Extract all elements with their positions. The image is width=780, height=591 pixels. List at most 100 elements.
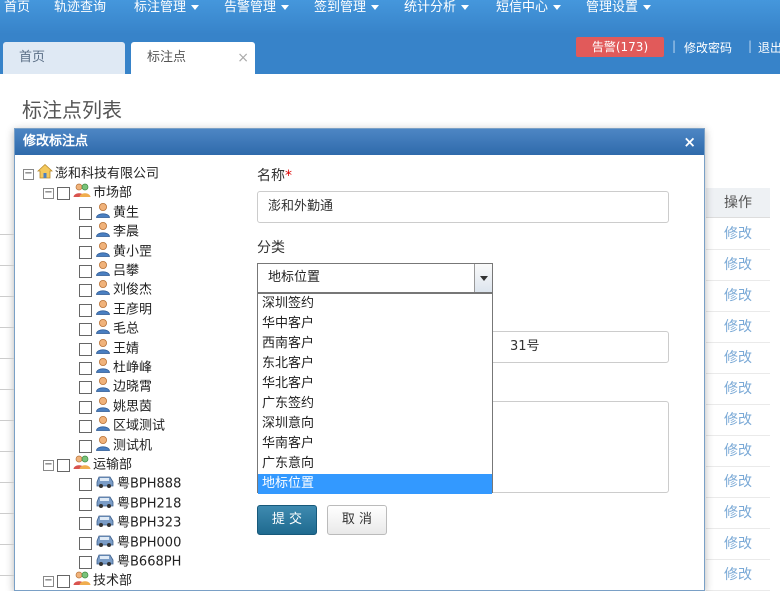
nav-item-label: 标注管理 — [134, 0, 187, 15]
checkbox[interactable] — [79, 361, 92, 375]
nav-item[interactable]: 告警管理 — [224, 0, 290, 18]
edit-link[interactable]: 修改 — [706, 281, 770, 312]
tree-node-member[interactable]: 粤BPH000 — [79, 532, 181, 551]
collapse-toggle-icon[interactable]: − — [23, 168, 34, 180]
tree-node-member[interactable]: 测试机 — [79, 435, 152, 454]
tree-node-member[interactable]: 杜峥峰 — [79, 357, 152, 376]
tree-node-member[interactable]: 边晓霄 — [79, 376, 152, 395]
checkbox[interactable] — [57, 574, 70, 588]
logout-link[interactable]: 退出 — [758, 39, 780, 56]
checkbox[interactable] — [79, 555, 92, 569]
tree-node-member[interactable]: 黄生 — [79, 202, 139, 221]
tree-node-label: 粤BPH323 — [117, 515, 182, 531]
checkbox[interactable] — [79, 380, 92, 394]
dropdown-option[interactable]: 地标位置 — [258, 474, 492, 494]
alarm-badge[interactable]: 告警(173) — [576, 37, 664, 57]
checkbox[interactable] — [79, 225, 92, 239]
dropdown-option[interactable]: 华中客户 — [258, 314, 492, 334]
edit-link[interactable]: 修改 — [706, 312, 770, 343]
table-row-divider — [0, 327, 14, 328]
tree-node-member[interactable]: 刘俊杰 — [79, 279, 152, 298]
cancel-button[interactable]: 取 消 — [327, 505, 387, 535]
checkbox[interactable] — [79, 497, 92, 511]
submit-button[interactable]: 提 交 — [257, 505, 317, 535]
tree-node-member[interactable]: 粤BPH218 — [79, 493, 181, 512]
car-icon — [95, 512, 115, 534]
dropdown-option[interactable]: 深圳意向 — [258, 414, 492, 434]
tree-node-member[interactable]: 姚思茵 — [79, 396, 152, 415]
checkbox[interactable] — [79, 264, 92, 278]
tree-node-department[interactable]: − 市场部 — [43, 182, 132, 201]
tree-node-member[interactable]: 粤BPH888 — [79, 473, 181, 492]
dropdown-option[interactable]: 华南客户 — [258, 434, 492, 454]
tab-home[interactable]: 首页 — [3, 42, 125, 74]
checkbox[interactable] — [79, 322, 92, 336]
dropdown-option[interactable]: 华北客户 — [258, 374, 492, 394]
checkbox[interactable] — [79, 206, 92, 220]
tree-node-company[interactable]: − 澎和科技有限公司 — [23, 163, 159, 182]
edit-link[interactable]: 修改 — [706, 467, 770, 498]
tree-node-member[interactable]: 王彦明 — [79, 299, 152, 318]
tree-node-label: 粤B668PH — [117, 554, 182, 570]
checkbox[interactable] — [79, 439, 92, 453]
tree-node-member[interactable]: 毛总 — [79, 318, 139, 337]
edit-link[interactable]: 修改 — [706, 374, 770, 405]
nav-item[interactable]: 统计分析 — [404, 0, 470, 18]
chevron-down-icon[interactable] — [474, 264, 492, 292]
name-input[interactable]: 澎和外勤通 — [257, 191, 669, 223]
checkbox[interactable] — [57, 186, 70, 200]
nav-item[interactable]: 短信中心 — [496, 0, 562, 18]
collapse-toggle-icon[interactable]: − — [43, 187, 54, 199]
checkbox[interactable] — [79, 516, 92, 530]
category-select[interactable]: 地标位置 — [257, 263, 493, 293]
edit-link[interactable]: 修改 — [706, 560, 770, 591]
tree-node-label: 毛总 — [113, 321, 140, 337]
dropdown-option[interactable]: 深圳签约 — [258, 294, 492, 314]
edit-link[interactable]: 修改 — [706, 343, 770, 374]
dropdown-option[interactable]: 广东签约 — [258, 394, 492, 414]
checkbox[interactable] — [79, 342, 92, 356]
tree-node-member[interactable]: 粤BPH323 — [79, 512, 181, 531]
dropdown-option[interactable]: 西南客户 — [258, 334, 492, 354]
tree-node-department[interactable]: − 运输部 — [43, 454, 132, 473]
dropdown-option[interactable]: 东北客户 — [258, 354, 492, 374]
collapse-toggle-icon[interactable]: − — [43, 575, 54, 587]
nav-item[interactable]: 轨迹查询 — [54, 0, 106, 18]
nav-item[interactable]: 签到管理 — [314, 0, 380, 18]
checkbox[interactable] — [79, 245, 92, 259]
table-row-divider — [0, 296, 14, 297]
edit-link[interactable]: 修改 — [706, 529, 770, 560]
category-select-value: 地标位置 — [268, 270, 321, 285]
checkbox[interactable] — [79, 536, 92, 550]
collapse-toggle-icon[interactable]: − — [43, 459, 54, 471]
checkbox[interactable] — [57, 458, 70, 472]
nav-item[interactable]: 标注管理 — [134, 0, 200, 18]
tree-node-member[interactable]: 王婧 — [79, 338, 139, 357]
tree-node-label: 市场部 — [93, 185, 133, 201]
checkbox[interactable] — [79, 303, 92, 317]
top-nav: 首页 轨迹查询 标注管理 告警管理 签到管理 统计分析 短信中心 管理设置 — [0, 0, 780, 34]
edit-link[interactable]: 修改 — [706, 405, 770, 436]
nav-item[interactable]: 管理设置 — [586, 0, 652, 18]
tab-annotation-points[interactable]: 标注点 × — [131, 42, 255, 74]
close-icon[interactable]: × — [237, 42, 249, 74]
checkbox[interactable] — [79, 477, 92, 491]
tree-node-member[interactable]: 区域测试 — [79, 415, 165, 434]
edit-link[interactable]: 修改 — [706, 436, 770, 467]
change-password-link[interactable]: 修改密码 — [684, 39, 732, 56]
tree-node-member[interactable]: 李晨 — [79, 221, 139, 240]
edit-link[interactable]: 修改 — [706, 498, 770, 529]
dropdown-option[interactable]: 广东意向 — [258, 454, 492, 474]
edit-link[interactable]: 修改 — [706, 219, 770, 250]
close-icon[interactable]: × — [683, 129, 696, 155]
dialog-title: 修改标注点 — [23, 134, 89, 149]
checkbox[interactable] — [79, 419, 92, 433]
tree-node-department[interactable]: − 技术部 — [43, 570, 132, 589]
edit-link[interactable]: 修改 — [706, 250, 770, 281]
checkbox[interactable] — [79, 283, 92, 297]
tree-node-member[interactable]: 吕攀 — [79, 260, 139, 279]
checkbox[interactable] — [79, 400, 92, 414]
tree-node-member[interactable]: 粤B668PH — [79, 551, 181, 570]
tree-node-member[interactable]: 黄小罡 — [79, 241, 152, 260]
nav-item[interactable]: 首页 — [4, 0, 30, 18]
